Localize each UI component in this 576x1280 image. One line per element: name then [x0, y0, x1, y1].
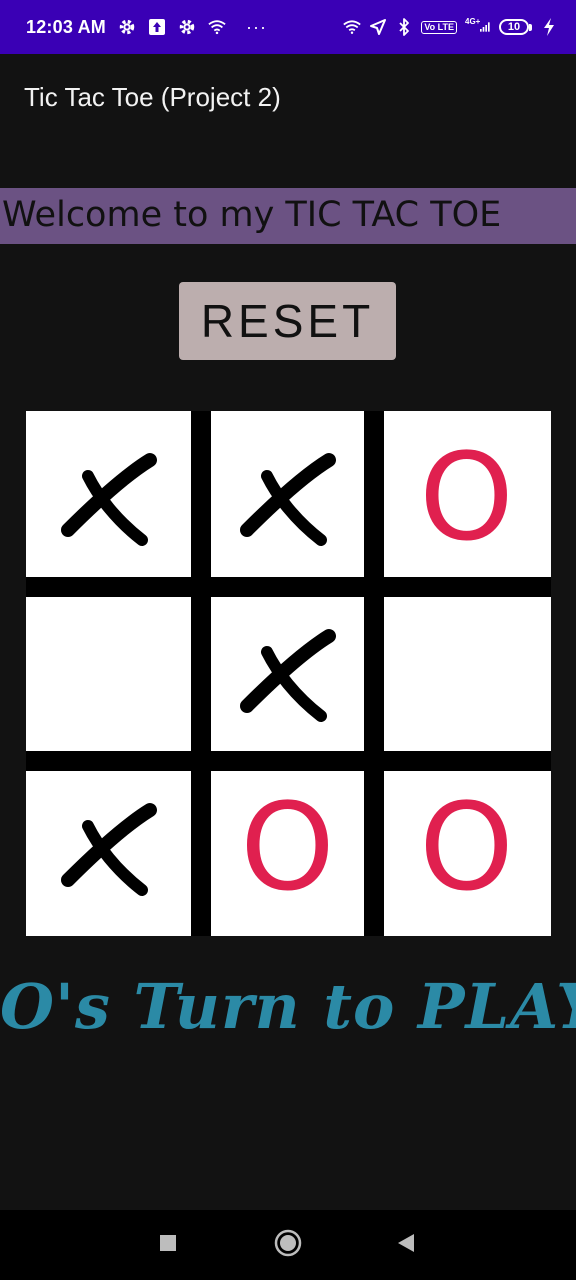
board-cell[interactable] — [211, 421, 364, 576]
o-mark: O — [419, 778, 514, 918]
turn-indicator: O's Turn to PLAY — [0, 970, 576, 1043]
home-circle-icon — [274, 1229, 302, 1262]
battery-icon: 10 — [499, 19, 532, 35]
board-cell[interactable] — [26, 771, 191, 926]
board-cell[interactable] — [384, 597, 549, 752]
status-bar: 12:03 AM ··· Vo LTE 4G+ 10 — [0, 0, 576, 54]
gear-icon — [118, 18, 136, 36]
board-cell[interactable] — [211, 597, 364, 752]
upload-icon — [148, 18, 166, 36]
status-right: Vo LTE 4G+ 10 — [343, 16, 558, 36]
location-arrow-icon — [369, 18, 387, 36]
x-mark — [233, 444, 343, 554]
welcome-banner: Welcome to my TIC TAC TOE — [0, 188, 576, 244]
charging-bolt-icon — [540, 18, 558, 36]
board-cell[interactable]: O — [384, 771, 549, 926]
reset-button[interactable]: RESET — [179, 282, 396, 360]
x-mark — [54, 444, 164, 554]
back-triangle-icon — [397, 1233, 415, 1258]
more-icon: ··· — [245, 16, 267, 37]
signal-icon: 4G+ — [465, 16, 491, 36]
home-button[interactable] — [248, 1210, 328, 1280]
gear-icon — [178, 18, 196, 36]
navigation-bar — [0, 1210, 576, 1280]
o-mark: O — [240, 778, 335, 918]
bluetooth-icon — [395, 18, 413, 36]
status-left: 12:03 AM ··· — [26, 17, 267, 38]
o-mark: O — [419, 428, 514, 568]
app-bar: Tic Tac Toe (Project 2) — [0, 54, 576, 140]
back-button[interactable] — [366, 1210, 446, 1280]
x-mark — [233, 620, 343, 730]
board-cell[interactable]: O — [211, 771, 364, 926]
volte-icon: Vo LTE — [421, 20, 457, 34]
board-cell[interactable]: O — [384, 421, 549, 576]
board-cell[interactable] — [26, 421, 191, 576]
network-type-label: 4G+ — [465, 16, 481, 26]
battery-level: 10 — [499, 19, 529, 35]
wifi-icon — [343, 18, 362, 36]
x-mark — [54, 794, 164, 904]
status-time: 12:03 AM — [26, 16, 106, 37]
app-title: Tic Tac Toe (Project 2) — [24, 82, 281, 112]
recents-button[interactable] — [128, 1210, 208, 1280]
game-board: O O O — [26, 411, 551, 936]
battery-tip — [529, 23, 532, 31]
board-cell[interactable] — [26, 597, 191, 752]
wifi-icon — [208, 18, 226, 36]
recents-square-icon — [159, 1234, 177, 1257]
